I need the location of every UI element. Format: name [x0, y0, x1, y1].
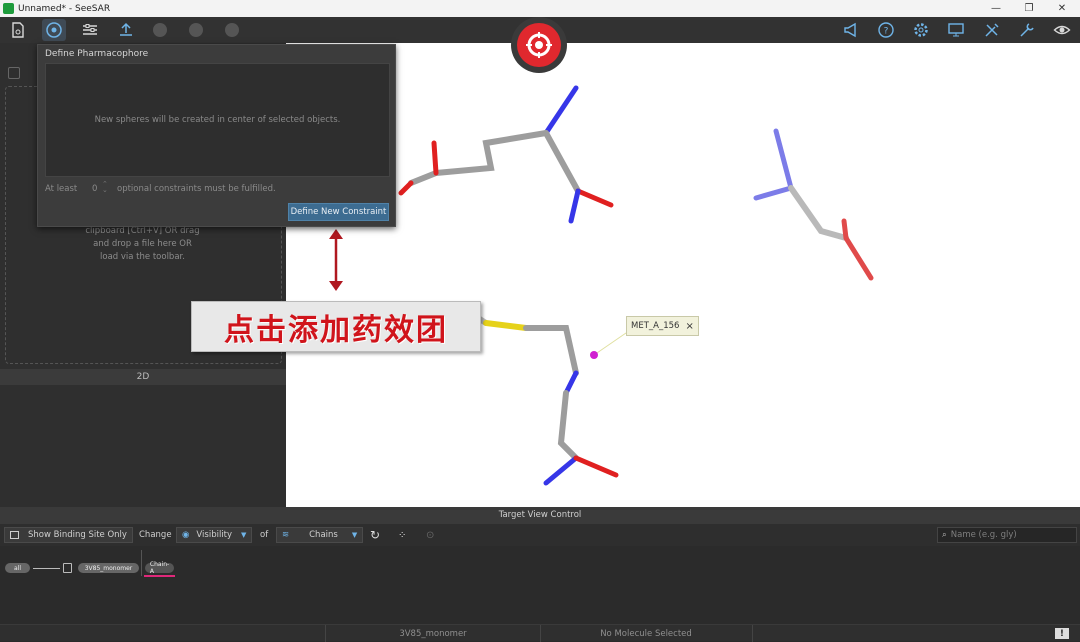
announcement-button[interactable]	[839, 19, 863, 41]
minimize-button[interactable]: —	[980, 0, 1012, 17]
tree-node-chain[interactable]: Chain-A	[145, 561, 174, 575]
tools-icon	[985, 23, 999, 37]
screen-icon	[10, 531, 19, 539]
target-view-toolbar: Show Binding Site Only Change ◉ Visibili…	[0, 524, 1080, 546]
constraint-list: New spheres will be created in center of…	[45, 63, 390, 177]
visibility-value: Visibility	[196, 530, 233, 540]
define-new-constraint-button[interactable]: Define New Constraint	[288, 203, 389, 221]
spinner-arrows-icon[interactable]: ⌃ ⌄	[102, 181, 108, 194]
show-binding-site-label: Show Binding Site Only	[28, 530, 127, 540]
optional-constraints-label: optional constraints must be fulfilled.	[117, 184, 276, 194]
residue-search-input[interactable]: ⌕ Name (e.g. gly)	[937, 527, 1077, 543]
double-arrow-icon	[329, 229, 343, 291]
chain-icon: ≋	[282, 530, 290, 540]
structure-tree: all 3V85_monomer Chain-A	[0, 546, 1080, 624]
tree-node-monomer[interactable]: 3V85_monomer	[78, 563, 139, 573]
wrench-icon	[1020, 23, 1034, 37]
eye-icon: ◉	[182, 530, 190, 540]
sliders-icon	[83, 24, 97, 35]
chevron-down-icon: ▼	[351, 531, 358, 539]
visibility-toggle-button[interactable]	[1050, 19, 1074, 41]
drop-instructions: clipboard [Ctrl+V] OR drag and drop a fi…	[60, 225, 225, 264]
mode-button-5[interactable]	[184, 19, 208, 41]
search-icon: ⌕	[942, 530, 947, 540]
visibility-dropdown[interactable]: ◉ Visibility ▼	[176, 527, 253, 543]
app-icon	[3, 3, 14, 14]
settings-button[interactable]	[909, 19, 933, 41]
tab-2d[interactable]: 2D	[0, 369, 286, 385]
3d-viewport[interactable]: MET_A_156 ×	[286, 43, 1080, 507]
tree-connector	[33, 568, 60, 569]
help-icon: ?	[878, 22, 894, 38]
monitor-icon	[948, 23, 964, 37]
molecule-view	[398, 85, 874, 486]
upload-button[interactable]	[114, 19, 138, 41]
tree-node-all[interactable]: all	[5, 563, 30, 573]
popup-title: Define Pharmacophore	[45, 49, 149, 59]
eye-icon	[1053, 25, 1071, 35]
protein-mode-button[interactable]	[78, 19, 102, 41]
calculator-icon[interactable]	[8, 67, 20, 79]
define-pharmacophore-popup: Define Pharmacophore New spheres will be…	[37, 44, 396, 227]
close-window-button[interactable]: ✕	[1046, 0, 1078, 17]
pharmacophore-mode-button[interactable]	[42, 19, 66, 41]
restore-button[interactable]: ❐	[1013, 0, 1045, 17]
status-bar: 3V85_monomer No Molecule Selected !	[0, 624, 1080, 642]
document-icon	[12, 22, 24, 38]
at-least-label: At least	[45, 184, 78, 194]
help-button[interactable]: ?	[874, 19, 898, 41]
chains-dropdown[interactable]: ≋ Chains ▼	[276, 527, 364, 543]
tag-close-icon[interactable]: ×	[685, 321, 693, 332]
annotation-text: 点击添加药效团	[224, 312, 448, 348]
status-divider	[752, 625, 753, 642]
status-structure: 3V85_monomer	[399, 628, 467, 639]
gear-icon	[914, 23, 928, 37]
seesar-logo[interactable]	[511, 17, 567, 73]
selected-atom-marker[interactable]	[590, 351, 598, 359]
scatter-icon[interactable]: ⁘	[398, 527, 406, 543]
upload-icon	[120, 22, 132, 36]
target-view-control-header: Target View Control	[0, 507, 1080, 524]
constraint-count-spinner[interactable]: 0	[92, 184, 97, 194]
chain-selected-underline	[144, 575, 175, 577]
drop-text-line: load via the toolbar.	[100, 252, 185, 262]
circle-icon	[189, 23, 203, 37]
tree-divider	[141, 550, 142, 576]
pharmacophore-icon	[46, 22, 62, 38]
refresh-icon[interactable]: ↻	[370, 527, 380, 543]
show-binding-site-button[interactable]: Show Binding Site Only	[4, 527, 133, 543]
file-button[interactable]	[6, 19, 30, 41]
circle-icon	[153, 23, 167, 37]
constraint-hint: New spheres will be created in center of…	[94, 115, 341, 125]
residue-label-tag[interactable]: MET_A_156 ×	[626, 316, 699, 336]
residue-label-text: MET_A_156	[631, 321, 680, 331]
tools-button[interactable]	[980, 19, 1004, 41]
search-placeholder: Name (e.g. gly)	[950, 530, 1017, 540]
window-titlebar: Unnamed* - SeeSAR — ❐ ✕	[0, 0, 1080, 17]
drop-text-line: and drop a file here OR	[93, 239, 192, 249]
mode-button-4[interactable]	[148, 19, 172, 41]
change-label: Change	[139, 530, 172, 540]
of-label: of	[260, 530, 269, 540]
status-selection: No Molecule Selected	[600, 628, 692, 639]
structure-icon	[63, 563, 72, 573]
display-button[interactable]	[944, 19, 968, 41]
disabled-view-icon[interactable]: ⊙	[426, 527, 434, 543]
chevron-down-icon: ▼	[241, 531, 247, 539]
megaphone-icon	[844, 22, 856, 38]
wand-button[interactable]	[1015, 19, 1039, 41]
target-icon	[526, 32, 552, 58]
chains-value: Chains	[309, 530, 338, 540]
notification-icon[interactable]: !	[1055, 628, 1069, 639]
annotation-callout: 点击添加药效团	[191, 301, 481, 352]
svg-text:?: ?	[884, 27, 889, 37]
mode-button-6[interactable]	[220, 19, 244, 41]
circle-icon	[225, 23, 239, 37]
window-title: Unnamed* - SeeSAR	[18, 3, 111, 14]
